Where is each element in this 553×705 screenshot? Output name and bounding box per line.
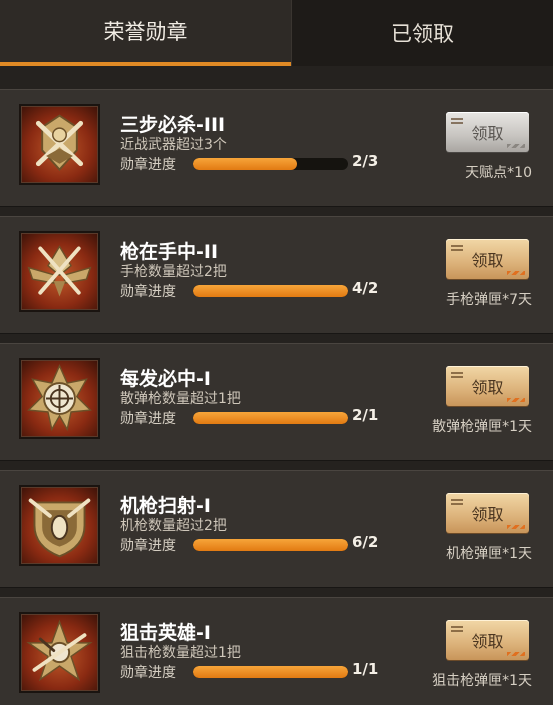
- progress-bar: [193, 158, 348, 170]
- progress-bar-fill: [193, 412, 348, 424]
- medal-description: 散弹枪数量超过1把: [120, 391, 241, 407]
- button-stripe-icon: [507, 525, 525, 529]
- progress-bar-fill: [193, 158, 297, 170]
- progress-label: 勋章进度: [120, 157, 176, 173]
- progress-bar-fill: [193, 666, 348, 678]
- claim-button[interactable]: 领取: [446, 493, 529, 533]
- button-deco-icon: [451, 245, 463, 251]
- claim-button-label: 领取: [471, 378, 504, 397]
- medal-title: 狙击英雄-I: [120, 622, 211, 644]
- claim-button-label: 领取: [471, 251, 504, 270]
- pistol-wings-medal-icon: [19, 231, 100, 312]
- progress-count: 6/2: [352, 533, 379, 551]
- medal-card: 三步必杀-III 近战武器超过3个 勋章进度 2/3 领取 天赋点*10: [0, 89, 553, 207]
- claim-button-label: 领取: [471, 632, 504, 651]
- medal-title: 机枪扫射-I: [120, 495, 211, 517]
- medal-description: 狙击枪数量超过1把: [120, 645, 241, 661]
- progress-count: 4/2: [352, 279, 379, 297]
- button-deco-icon: [451, 626, 463, 632]
- progress-bar: [193, 539, 348, 551]
- progress-bar-fill: [193, 539, 348, 551]
- crosshair-medal-icon: [19, 358, 100, 439]
- reward-text: 机枪弹匣*1天: [446, 546, 532, 562]
- machine-gun-shield-medal-icon: [19, 485, 100, 566]
- tab-claimed[interactable]: 已领取: [291, 0, 553, 66]
- medal-card: 狙击英雄-I 狙击枪数量超过1把 勋章进度 1/1 领取 狙击枪弹匣*1天: [0, 597, 553, 705]
- progress-count: 2/1: [352, 406, 379, 424]
- reward-text: 天赋点*10: [465, 165, 532, 181]
- progress-bar: [193, 666, 348, 678]
- reward-text: 散弹枪弹匣*1天: [432, 419, 532, 435]
- progress-label: 勋章进度: [120, 284, 176, 300]
- button-deco-icon: [451, 372, 463, 378]
- medal-card: 每发必中-I 散弹枪数量超过1把 勋章进度 2/1 领取 散弹枪弹匣*1天: [0, 343, 553, 461]
- claim-button[interactable]: 领取: [446, 239, 529, 279]
- progress-count: 2/3: [352, 152, 379, 170]
- progress-bar: [193, 412, 348, 424]
- claim-button-label: 领取: [471, 505, 504, 524]
- button-stripe-icon: [507, 652, 525, 656]
- claim-button[interactable]: 领取: [446, 112, 529, 152]
- button-stripe-icon: [507, 398, 525, 402]
- tab-bar: 荣誉勋章 已领取: [0, 0, 553, 66]
- medal-description: 近战武器超过3个: [120, 137, 227, 153]
- button-stripe-icon: [507, 144, 525, 148]
- progress-label: 勋章进度: [120, 665, 176, 681]
- button-deco-icon: [451, 499, 463, 505]
- sniper-star-medal-icon: [19, 612, 100, 693]
- progress-bar: [193, 285, 348, 297]
- progress-label: 勋章进度: [120, 538, 176, 554]
- medal-description: 手枪数量超过2把: [120, 264, 227, 280]
- medal-description: 机枪数量超过2把: [120, 518, 227, 534]
- medal-card: 机枪扫射-I 机枪数量超过2把 勋章进度 6/2 领取 机枪弹匣*1天: [0, 470, 553, 588]
- button-stripe-icon: [507, 271, 525, 275]
- progress-label: 勋章进度: [120, 411, 176, 427]
- medal-title: 每发必中-I: [120, 368, 211, 390]
- reward-text: 狙击枪弹匣*1天: [432, 673, 532, 689]
- medal-title: 三步必杀-III: [120, 114, 226, 136]
- claim-button[interactable]: 领取: [446, 620, 529, 660]
- claim-button[interactable]: 领取: [446, 366, 529, 406]
- crossed-swords-medal-icon: [19, 104, 100, 185]
- progress-count: 1/1: [352, 660, 379, 678]
- button-deco-icon: [451, 118, 463, 124]
- medal-card: 枪在手中-II 手枪数量超过2把 勋章进度 4/2 领取 手枪弹匣*7天: [0, 216, 553, 334]
- progress-bar-fill: [193, 285, 348, 297]
- reward-text: 手枪弹匣*7天: [446, 292, 532, 308]
- claim-button-label: 领取: [471, 124, 504, 143]
- medal-title: 枪在手中-II: [120, 241, 219, 263]
- tab-honor-medals[interactable]: 荣誉勋章: [0, 0, 291, 66]
